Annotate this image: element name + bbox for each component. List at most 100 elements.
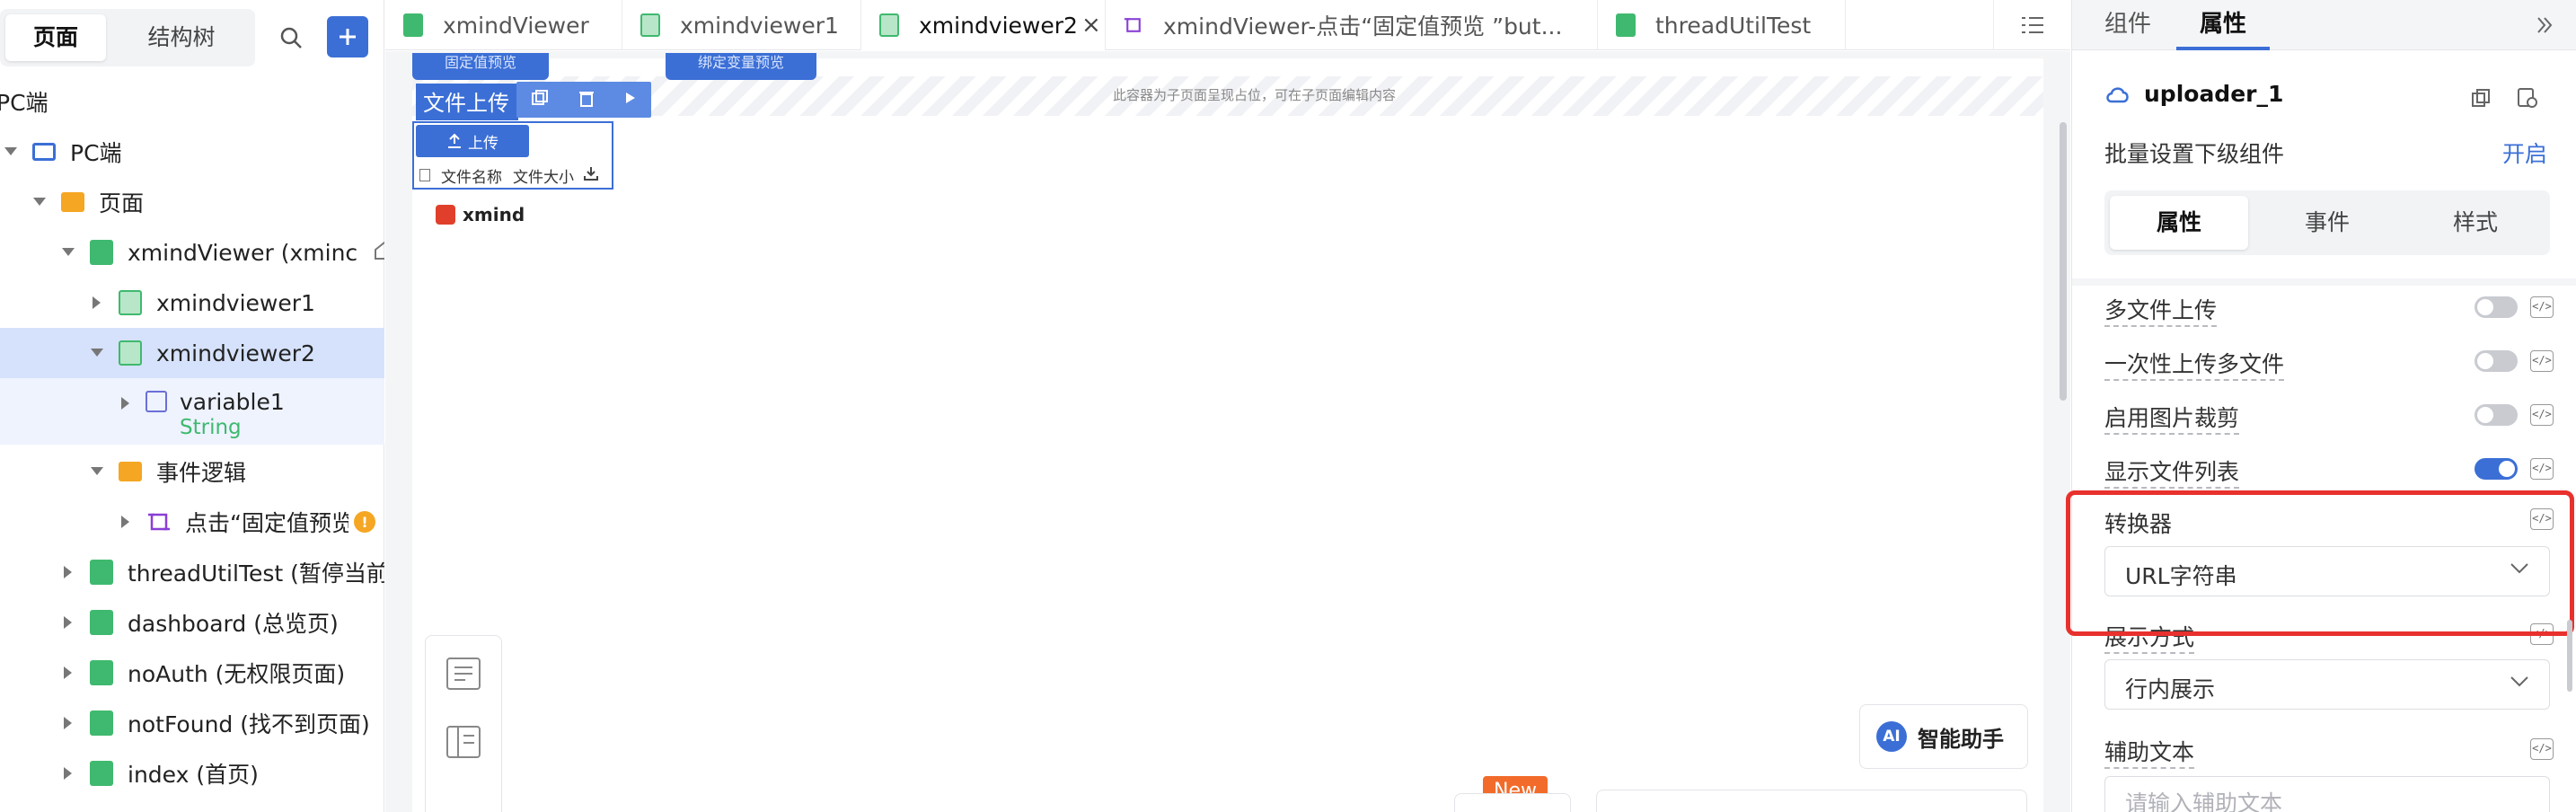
tab-event-logic[interactable]: xmindViewer-点击“固定值预览 ”but... <box>1106 0 1598 50</box>
bind-variable-preview-button[interactable]: 绑定变量预览 <box>666 53 816 80</box>
helper-text-label: 辅助文本 <box>2104 735 2195 769</box>
tree-item-notfound[interactable]: notFound (找不到页面) <box>0 698 384 748</box>
batch-setting-enable-link[interactable]: 开启 <box>2502 137 2547 169</box>
tab-list-menu-icon[interactable] <box>1993 0 2070 50</box>
ai-icon: AI <box>1876 721 1907 752</box>
helper-text-input[interactable]: 请输入辅助文本 <box>2104 776 2550 812</box>
tree-item-label: index (首页) <box>128 762 259 788</box>
home-icon <box>374 240 384 266</box>
multi-upload-toggle[interactable] <box>2475 296 2518 318</box>
collapse-icon[interactable] <box>444 654 483 693</box>
canvas-scrollbar[interactable] <box>2060 122 2067 401</box>
page-icon <box>119 340 142 366</box>
design-canvas[interactable]: 此容器为子页面呈现占位，可在子页面编辑内容 固定值预览 绑定变量预览 文件上传 … <box>412 53 2043 812</box>
show-file-list-toggle[interactable] <box>2475 458 2518 480</box>
page-icon <box>90 761 113 786</box>
tab-xmindviewer1[interactable]: xmindviewer1 <box>622 0 861 50</box>
close-tab-icon[interactable]: × <box>1081 12 1101 39</box>
tab-component[interactable]: 组件 <box>2104 0 2151 50</box>
tree-item-label: xmindviewer1 <box>156 289 315 316</box>
settings-doc-icon[interactable] <box>2514 84 2541 111</box>
logic-icon <box>1124 13 1143 37</box>
subtab-events[interactable]: 事件 <box>2258 196 2396 250</box>
caret-right-icon[interactable] <box>59 764 77 782</box>
add-page-button[interactable] <box>327 16 368 57</box>
tree-item-label: xmindviewer2 <box>156 340 315 366</box>
sidebar-tab-switch: 页面 结构树 <box>0 9 255 66</box>
subtab-properties[interactable]: 属性 <box>2110 196 2248 250</box>
variable-icon <box>146 391 167 412</box>
caret-down-icon[interactable] <box>2 143 20 161</box>
tree-item-noauth[interactable]: noAuth (无权限页面) <box>0 648 384 698</box>
fixed-value-preview-button[interactable]: 固定值预览 <box>412 53 549 80</box>
display-mode-value: 行内展示 <box>2125 676 2216 702</box>
xmind-logo: xmind <box>436 204 525 225</box>
xmind-logo-text: xmind <box>463 204 525 225</box>
play-icon[interactable] <box>624 91 637 109</box>
tree-item-xmindviewer[interactable]: xmindViewer (xminc <box>0 227 384 278</box>
folder-icon <box>61 192 84 212</box>
caret-right-icon[interactable] <box>59 613 77 631</box>
tab-structure-tree[interactable]: 结构树 <box>131 14 232 61</box>
caret-right-icon[interactable] <box>59 563 77 581</box>
code-binding-icon[interactable]: </> <box>2530 296 2554 318</box>
panel-scrollbar[interactable] <box>2567 620 2572 692</box>
tab-xmindviewer[interactable]: xmindViewer <box>385 0 622 50</box>
caret-down-icon[interactable] <box>59 243 77 261</box>
tree-item-pc[interactable]: PC端 <box>0 127 384 177</box>
variable-type: String <box>180 416 242 439</box>
page-icon <box>90 660 113 685</box>
caret-down-icon[interactable] <box>31 193 49 211</box>
display-mode-select[interactable]: 行内展示 <box>2104 659 2550 710</box>
tree-item-pages-folder[interactable]: 页面 <box>0 177 384 227</box>
upload-button[interactable]: 上传 <box>416 125 529 157</box>
tree-item-label: 页面 <box>99 190 145 216</box>
caret-right-icon[interactable] <box>117 394 135 412</box>
tree-item-label: 事件逻辑 <box>156 460 247 486</box>
tree-item-event-folder[interactable]: 事件逻辑 <box>0 446 384 497</box>
ai-assistant-button[interactable]: AI 智能助手 <box>1859 704 2028 769</box>
component-name: uploader_1 <box>2144 81 2284 107</box>
layout-panel-icon[interactable] <box>444 722 483 762</box>
subtab-styles[interactable]: 样式 <box>2406 196 2545 250</box>
copy-icon[interactable] <box>2467 84 2494 111</box>
section-divider <box>2072 278 2576 286</box>
code-binding-icon[interactable]: </> <box>2530 350 2554 372</box>
tab-pages[interactable]: 页面 <box>5 14 106 61</box>
once-multi-upload-label: 一次性上传多文件 <box>2104 347 2285 381</box>
copy-icon[interactable] <box>531 89 549 110</box>
monitor-icon <box>32 143 56 161</box>
caret-right-icon[interactable] <box>59 664 77 682</box>
search-icon[interactable] <box>275 22 307 54</box>
helper-text-placeholder: 请输入辅助文本 <box>2125 790 2283 812</box>
tree-item-xmindviewer2[interactable]: xmindviewer2 <box>0 328 384 378</box>
warning-icon: ! <box>354 511 375 533</box>
page-icon <box>90 560 113 585</box>
bottom-tool-partial[interactable] <box>1454 793 1571 812</box>
uploader-component[interactable]: 上传 文件名称 文件大小 <box>412 121 613 190</box>
tree-item-dashboard[interactable]: dashboard (总览页) <box>0 597 384 648</box>
once-multi-upload-toggle[interactable] <box>2475 350 2518 372</box>
tree-item-threadutil[interactable]: threadUtilTest (暂停当前线 <box>0 547 384 597</box>
app-root: 页面 结构树 PC端 PC端 页面 xmindViewer (xminc xmi… <box>0 0 2576 812</box>
code-binding-icon[interactable]: </> <box>2530 404 2554 426</box>
collapse-panel-icon[interactable] <box>2530 11 2559 40</box>
tree-item-variable1[interactable]: variable1 String <box>0 378 384 445</box>
code-binding-icon[interactable]: </> <box>2530 458 2554 480</box>
caret-right-icon[interactable] <box>117 513 135 531</box>
caret-down-icon[interactable] <box>88 463 106 481</box>
property-subtabs: 属性 事件 样式 <box>2104 190 2550 255</box>
tab-xmindviewer2[interactable]: xmindviewer2 × <box>861 0 1106 50</box>
delete-icon[interactable] <box>578 89 595 110</box>
tree-item-index[interactable]: index (首页) <box>0 748 384 799</box>
bottom-bar-partial[interactable] <box>1596 790 2027 812</box>
image-crop-toggle[interactable] <box>2475 404 2518 426</box>
tab-properties[interactable]: 属性 <box>2200 0 2246 50</box>
caret-down-icon[interactable] <box>88 344 106 362</box>
tree-item-xmindviewer1[interactable]: xmindviewer1 <box>0 278 384 328</box>
caret-right-icon[interactable] <box>88 294 106 312</box>
tree-item-event-logic[interactable]: 点击“固定值预览 ! <box>0 497 384 547</box>
code-binding-icon[interactable]: </> <box>2530 738 2554 760</box>
caret-right-icon[interactable] <box>59 714 77 732</box>
tab-threadutiltest[interactable]: threadUtilTest <box>1598 0 1846 50</box>
